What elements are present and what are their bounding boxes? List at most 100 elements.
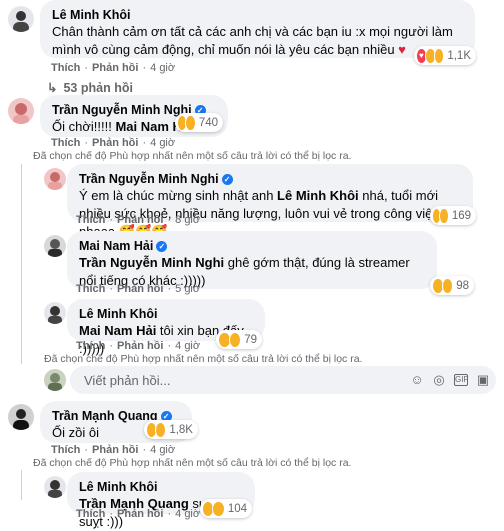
reaction-summary[interactable]: ♥ 1,1K <box>414 46 476 65</box>
camera-icon[interactable]: ◎ <box>432 373 446 387</box>
comment-time[interactable]: 4 giờ <box>150 444 175 456</box>
reaction-count: 169 <box>451 209 471 222</box>
reply-arrow-icon: ↳ <box>47 81 58 95</box>
author-name: Trần Nguyễn Minh Nghi <box>79 172 219 186</box>
reaction-count: 98 <box>456 279 469 292</box>
reply-button[interactable]: Phản hồi <box>92 444 138 456</box>
reply-author[interactable]: Lê Minh Khôi <box>79 479 243 495</box>
reaction-count: 79 <box>244 333 257 346</box>
sticker-icon[interactable]: ▣ <box>476 373 490 387</box>
reply-time[interactable]: 8 giờ <box>175 214 200 226</box>
filter-note: Đã chọn chế độ Phù hợp nhất nên một số c… <box>44 353 363 365</box>
reaction-count: 104 <box>227 502 247 515</box>
reply-author[interactable]: Lê Minh Khôi <box>79 306 253 322</box>
avatar-tran-nguyen-minh-nghi[interactable] <box>8 98 34 124</box>
avatar-image <box>13 11 29 32</box>
reply-time[interactable]: 4 giờ <box>175 508 200 520</box>
reply-input-box: ☺ ◎ GIF ▣ <box>70 366 496 394</box>
reply-bubble: Mai Nam Hải ✓ Trần Nguyễn Minh Nghi ghê g… <box>67 231 437 289</box>
mention-link[interactable]: Mai Nam Hải <box>79 323 156 338</box>
reply-time[interactable]: 4 giờ <box>175 340 200 352</box>
reaction-count: 1,8K <box>169 423 193 436</box>
reaction-summary[interactable]: 104 <box>200 499 252 518</box>
emoji-icon[interactable]: ☺ <box>410 373 424 387</box>
author-name: Trần Nguyễn Minh Nghi <box>52 103 192 117</box>
avatar-image <box>13 103 29 124</box>
like-button[interactable]: Thích <box>51 137 80 149</box>
like-button[interactable]: Thích <box>76 508 105 520</box>
reply-time[interactable]: 4 giờ <box>150 137 175 149</box>
avatar-mai-nam-hai[interactable] <box>44 235 66 257</box>
reaction-summary[interactable]: 79 <box>216 330 262 349</box>
comment-text: Chân thành cảm ơn tất cả các anh chị và … <box>52 23 462 59</box>
care-reaction-icon <box>439 207 449 224</box>
reply-input[interactable] <box>82 372 286 389</box>
care-reaction-icon <box>212 500 225 517</box>
like-button[interactable]: Thích <box>76 283 105 295</box>
avatar-tran-nguyen-minh-nghi[interactable] <box>44 168 66 190</box>
view-replies-link[interactable]: ↳ 53 phản hồi <box>47 80 133 95</box>
filter-note: Đã chọn chế độ Phù hợp nhất nên một số c… <box>33 150 352 162</box>
care-reaction-icon <box>441 277 454 294</box>
care-reaction-icon <box>185 114 196 131</box>
thread-line <box>21 470 22 500</box>
reply-button[interactable]: Phản hồi <box>117 214 163 226</box>
reply-actions: Thích · Phản hồi · 8 giờ <box>76 214 201 226</box>
care-reaction-icon <box>433 47 445 64</box>
care-reaction-icon <box>228 331 242 348</box>
reply-button[interactable]: Phản hồi <box>117 508 163 520</box>
comment-author[interactable]: Lê Minh Khôi <box>52 7 463 23</box>
reply-button[interactable]: Phản hồi <box>117 340 163 352</box>
reaction-count: 1,1K <box>447 49 472 62</box>
reply-time[interactable]: 5 giờ <box>175 283 200 295</box>
current-user-avatar <box>44 369 66 391</box>
heart-emoji-icon: ♥ <box>398 42 406 57</box>
reaction-summary[interactable]: 1,8K <box>144 420 198 439</box>
thread-line <box>21 164 22 364</box>
like-button[interactable]: Thích <box>76 214 105 226</box>
reply-actions: Thích · Phản hồi · 4 giờ <box>76 508 201 520</box>
reply-author[interactable]: Mai Nam Hải ✓ <box>79 238 425 254</box>
avatar-image <box>48 306 62 324</box>
avatar-tran-manh-quang[interactable] <box>8 404 34 430</box>
mention-link[interactable]: Lê Minh Khôi <box>277 188 359 203</box>
like-button[interactable]: Thích <box>76 340 105 352</box>
reply-actions: Thích · Phản hồi · 4 giờ <box>76 340 201 352</box>
avatar-le-minh-khoi[interactable] <box>44 302 66 324</box>
comment-bubble: Lê Minh Khôi Chân thành cảm ơn tất cả cá… <box>40 0 475 58</box>
avatar-image <box>48 172 62 190</box>
reply-actions: Thích · Phản hồi · 5 giờ <box>76 283 201 295</box>
avatar-image <box>48 480 62 498</box>
avatar-image <box>48 239 62 257</box>
verified-badge-icon: ✓ <box>156 241 168 252</box>
verified-badge-icon: ✓ <box>221 174 233 185</box>
gif-icon[interactable]: GIF <box>454 374 468 386</box>
comment-actions: Thích · Phản hồi · 4 giờ <box>51 62 176 74</box>
reaction-count: 740 <box>198 116 218 129</box>
reaction-summary[interactable]: 98 <box>430 276 474 295</box>
reaction-summary[interactable]: 169 <box>430 206 476 225</box>
care-reaction-icon <box>155 421 167 438</box>
filter-note: Đã chọn chế độ Phù hợp nhất nên một số c… <box>33 457 352 469</box>
avatar-le-minh-khoi[interactable] <box>8 6 34 32</box>
avatar-image <box>13 409 29 430</box>
reply-button[interactable]: Phản hồi <box>117 283 163 295</box>
like-button[interactable]: Thích <box>51 444 80 456</box>
author-name: Mai Nam Hải <box>79 239 154 253</box>
like-button[interactable]: Thích <box>51 62 80 74</box>
replies-count: 53 phản hồi <box>63 81 133 95</box>
reply-text-body: Ối chời!!!!! <box>52 119 116 134</box>
avatar-image <box>48 373 62 391</box>
reply-button[interactable]: Phản hồi <box>92 62 138 74</box>
reply-text-before: Ý em là chúc mừng sinh nhật anh <box>79 188 278 203</box>
comment-actions: Thích · Phản hồi · 4 giờ <box>51 444 176 456</box>
reply-actions: Thích · Phản hồi · 4 giờ <box>51 137 176 149</box>
avatar-le-minh-khoi[interactable] <box>44 476 66 498</box>
reply-author[interactable]: Trần Nguyễn Minh Nghi ✓ <box>79 171 461 187</box>
comment-time[interactable]: 4 giờ <box>150 62 175 74</box>
mention-link[interactable]: Trần Nguyễn Minh Nghi <box>79 255 224 270</box>
reply-button[interactable]: Phản hồi <box>92 137 138 149</box>
reaction-summary[interactable]: 740 <box>175 113 223 132</box>
comment-text-body: Chân thành cảm ơn tất cả các anh chị và … <box>52 24 453 57</box>
author-name: Trần Mạnh Quang <box>52 409 158 423</box>
